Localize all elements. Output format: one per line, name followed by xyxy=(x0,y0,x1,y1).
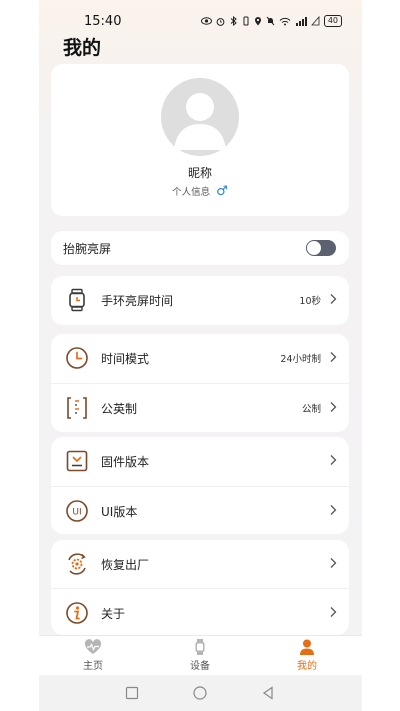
status-bar: 15:40 40 xyxy=(39,10,362,32)
tab-device-label: 设备 xyxy=(190,661,210,672)
tab-device[interactable]: 设备 xyxy=(160,639,240,672)
watch-icon xyxy=(69,288,85,312)
app-screen: 15:40 40 我的 昵称 个人信息 ♂ 抬腕亮屏 手环亮屏时间 10秒 时间… xyxy=(39,0,362,711)
wifi-icon xyxy=(279,17,291,25)
firmware-download-icon xyxy=(66,450,88,472)
chevron-right-icon xyxy=(330,402,337,412)
firmware-version-label: 固件版本 xyxy=(101,455,150,469)
raise-to-wake-card: 抬腕亮屏 xyxy=(51,231,349,265)
about-label: 关于 xyxy=(101,607,126,621)
factory-reset-label: 恢复出厂 xyxy=(101,558,150,572)
phone-frame: 15:40 40 我的 昵称 个人信息 ♂ 抬腕亮屏 手环亮屏时间 10秒 时间… xyxy=(0,0,400,711)
profile-card[interactable]: 昵称 个人信息 ♂ xyxy=(51,64,349,216)
status-time: 15:40 xyxy=(84,13,122,29)
person-icon xyxy=(300,639,314,655)
avatar[interactable] xyxy=(161,78,239,156)
watch-icon xyxy=(195,639,205,655)
time-mode-value: 24小时制 xyxy=(280,354,321,365)
chevron-right-icon xyxy=(330,558,337,568)
system-nav-bar xyxy=(39,675,362,711)
chevron-right-icon xyxy=(330,505,337,515)
band-screen-time-row[interactable]: 手环亮屏时间 10秒 xyxy=(51,276,349,324)
time-unit-card: 时间模式 24小时制 公英制 公制 xyxy=(51,334,349,432)
battery-indicator: 40 xyxy=(323,15,342,27)
chevron-right-icon xyxy=(330,455,337,465)
ruler-icon xyxy=(67,397,87,419)
bottom-tab-bar: 主页 设备 我的 xyxy=(39,635,362,675)
male-gender-icon: ♂ xyxy=(216,184,228,199)
signal-icon xyxy=(295,17,307,26)
ui-badge-icon: UI xyxy=(66,500,88,522)
page-title: 我的 xyxy=(63,37,102,59)
tab-mine[interactable]: 我的 xyxy=(267,639,347,672)
heart-pulse-icon xyxy=(84,639,102,654)
unit-system-label: 公英制 xyxy=(101,402,138,416)
location-icon xyxy=(254,17,261,26)
eye-icon xyxy=(200,17,212,25)
factory-reset-row[interactable]: 恢复出厂 xyxy=(51,540,349,588)
unit-system-value: 公制 xyxy=(301,404,321,415)
version-card: 固件版本 UI UI版本 xyxy=(51,437,349,534)
ui-badge-text: UI xyxy=(72,508,81,518)
ui-version-row[interactable]: UI UI版本 xyxy=(51,486,349,534)
chevron-right-icon xyxy=(330,607,337,617)
profile-info-label: 个人信息 xyxy=(172,187,211,198)
band-screen-time-value: 10秒 xyxy=(299,296,321,307)
bell-mute-icon xyxy=(266,16,275,26)
back-triangle-icon[interactable] xyxy=(261,686,275,700)
vibrate-icon xyxy=(243,16,249,26)
time-mode-label: 时间模式 xyxy=(101,352,150,366)
time-mode-row[interactable]: 时间模式 24小时制 xyxy=(51,334,349,382)
toggle-knob xyxy=(307,241,321,255)
chevron-right-icon xyxy=(330,352,337,362)
nickname[interactable]: 昵称 xyxy=(51,164,349,181)
signal-empty-icon xyxy=(310,16,320,26)
chevron-right-icon xyxy=(330,294,337,304)
system-card: 恢复出厂 关于 xyxy=(51,540,349,635)
default-avatar-icon xyxy=(174,93,226,150)
tab-home-label: 主页 xyxy=(83,661,103,672)
clock-icon xyxy=(66,347,88,369)
raise-to-wake-toggle[interactable] xyxy=(306,240,336,256)
tab-mine-label: 我的 xyxy=(297,661,317,672)
bluetooth-icon xyxy=(230,16,237,26)
home-circle-icon[interactable] xyxy=(193,686,207,700)
alarm-icon xyxy=(216,17,225,26)
status-icons: 40 xyxy=(200,15,342,27)
profile-info-row[interactable]: 个人信息 ♂ xyxy=(51,184,349,199)
unit-system-row[interactable]: 公英制 公制 xyxy=(51,383,349,431)
about-row[interactable]: 关于 xyxy=(51,588,349,636)
band-screen-time-label: 手环亮屏时间 xyxy=(101,294,174,308)
recents-square-icon[interactable] xyxy=(125,686,139,700)
factory-reset-gear-icon xyxy=(68,553,86,575)
raise-to-wake-label: 抬腕亮屏 xyxy=(63,242,112,256)
firmware-version-row[interactable]: 固件版本 xyxy=(51,437,349,485)
band-settings-card: 手环亮屏时间 10秒 xyxy=(51,276,349,325)
ui-version-label: UI版本 xyxy=(101,505,138,519)
tab-home[interactable]: 主页 xyxy=(53,639,133,672)
info-icon xyxy=(66,602,88,624)
